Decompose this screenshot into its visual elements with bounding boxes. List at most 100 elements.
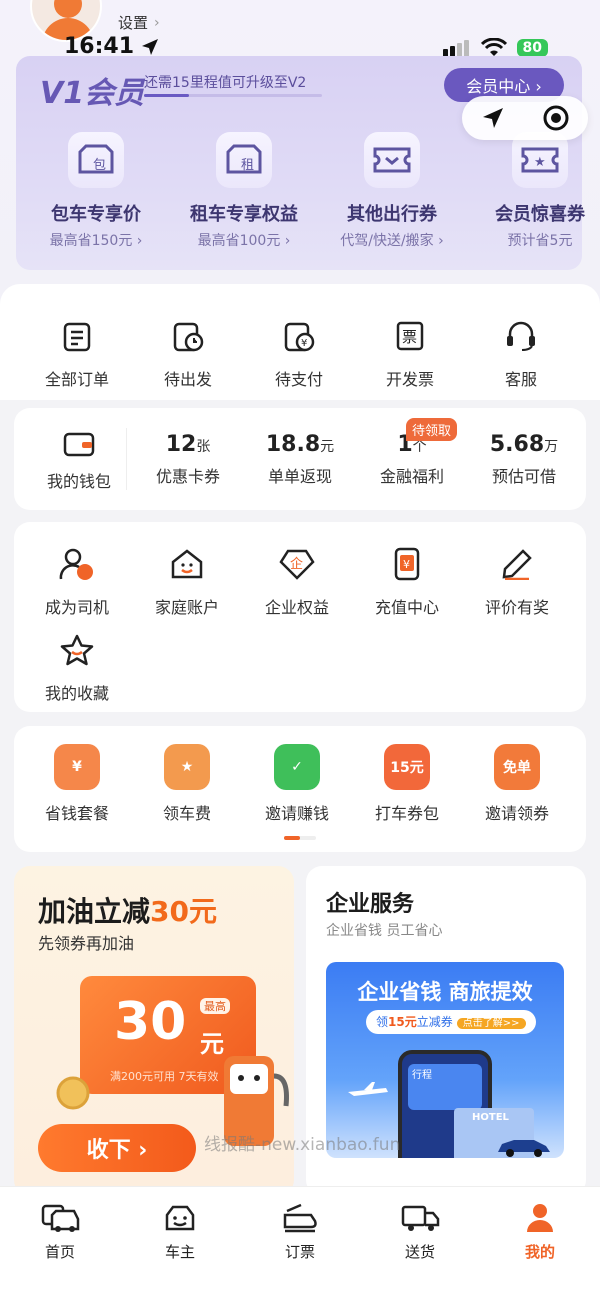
- wallet-loan[interactable]: 5.68万 预估可借: [474, 432, 574, 487]
- promo-glyph: ✓: [291, 759, 303, 775]
- recharge-icon: ¥: [352, 544, 462, 584]
- rent-car-icon: 租: [216, 132, 272, 188]
- benefit-surprise[interactable]: ★ 会员惊喜券 预计省5元: [470, 132, 600, 250]
- invoice-glyph: 票: [402, 328, 417, 346]
- enterprise-banner[interactable]: 企业省钱 商旅提效 领15元立减券 点击了解>> 行程 HOTEL: [326, 962, 564, 1158]
- benefit-title: 包车专享价: [51, 204, 141, 225]
- tab-label: 送货: [404, 1243, 435, 1261]
- wifi-icon: [480, 38, 507, 56]
- fuel-subtitle: 先领券再加油: [38, 934, 135, 953]
- orders-invoice[interactable]: 票 开发票: [355, 316, 465, 390]
- favorites-icon: [22, 630, 132, 670]
- service-recharge[interactable]: ¥ 充值中心: [352, 544, 462, 618]
- profile-icon: [480, 1201, 600, 1235]
- driver-icon: [22, 544, 132, 584]
- service-label: 家庭账户: [154, 598, 219, 617]
- orders-pending-departure[interactable]: 待出发: [133, 316, 243, 390]
- banner-coupon-tag[interactable]: 领15元立减券 点击了解>>: [366, 1010, 536, 1034]
- tab-book-ticket[interactable]: 订票: [240, 1187, 360, 1304]
- tab-label: 车主: [164, 1243, 195, 1261]
- wallet-value: 12: [165, 432, 197, 457]
- benefit-sub: 代驾/快送/搬家 ›: [340, 233, 444, 249]
- family-account-icon: [132, 544, 242, 584]
- tag-amount: 15元: [388, 1015, 417, 1029]
- svg-text:¥: ¥: [301, 338, 307, 349]
- tab-delivery[interactable]: 送货: [360, 1187, 480, 1304]
- phone-label: 行程: [412, 1070, 432, 1081]
- enterprise-glyph: 企: [290, 556, 303, 572]
- member-card[interactable]: V1会员 还需15里程值可升级至V2 会员中心 › 包 包车专享价 最高省150…: [16, 56, 585, 270]
- orders-all[interactable]: 全部订单: [22, 316, 132, 390]
- benefit-title: 租车专享权益: [190, 204, 298, 225]
- promo-label: 邀请赚钱: [264, 804, 329, 823]
- status-badge: 待领取: [406, 418, 458, 441]
- promo-ride-coupon[interactable]: 15元 打车券包: [352, 744, 462, 824]
- ticket-icon: [364, 132, 420, 188]
- service-enterprise[interactable]: 企 企业权益: [242, 544, 352, 618]
- promo-glyph: ¥: [72, 759, 82, 775]
- benefit-sub: 最高省150元 ›: [49, 233, 143, 249]
- fuel-title: 加油立减30元: [38, 890, 217, 930]
- promo-label: 邀请领券: [484, 804, 549, 823]
- service-favorites[interactable]: 我的收藏: [22, 630, 132, 704]
- benefit-charter[interactable]: 包 包车专享价 最高省150元 ›: [26, 132, 166, 250]
- benefit-rent[interactable]: 租 租车专享权益 最高省100元 ›: [174, 132, 314, 250]
- navigate-icon[interactable]: [480, 105, 506, 131]
- tag-text-c: 立减券: [416, 1015, 453, 1029]
- service-driver[interactable]: 成为司机: [22, 544, 132, 618]
- watermark: 线报酷-new.xianbao.fun: [204, 1135, 401, 1155]
- target-icon[interactable]: [542, 104, 570, 132]
- promo-invite-earn[interactable]: ✓ 邀请赚钱: [242, 744, 352, 824]
- promo-savings[interactable]: ¥ 省钱套餐: [22, 744, 132, 824]
- collect-coupon-button[interactable]: 收下 ›: [38, 1124, 196, 1172]
- wallet-value: 18.8: [265, 432, 321, 457]
- map-controls: [462, 96, 588, 140]
- upgrade-progress-bar: [144, 94, 322, 97]
- ride-coupon-icon: 15元: [384, 744, 430, 790]
- coupon-amount: 30: [114, 992, 187, 1052]
- service-review[interactable]: 评价有奖: [462, 544, 572, 618]
- wallet-divider: [126, 428, 127, 490]
- page-indicator-active: [284, 836, 300, 840]
- wallet-item-label: 预估可借: [491, 467, 556, 486]
- tag-text-a: 领: [376, 1015, 389, 1029]
- pending-departure-icon: [133, 316, 243, 356]
- tab-home[interactable]: 首页: [0, 1187, 120, 1304]
- invoice-icon: 票: [355, 316, 465, 356]
- promos-card: ¥ 省钱套餐 ★ 领车费 ✓ 邀请赚钱 15元 打车券包 免单 邀请领券: [14, 726, 586, 852]
- benefit-other[interactable]: 其他出行券 代驾/快送/搬家 ›: [322, 132, 462, 250]
- savings-package-icon: ¥: [54, 744, 100, 790]
- all-orders-icon: [22, 316, 132, 356]
- promo-glyph: ★: [180, 759, 194, 775]
- book-ticket-icon: [240, 1201, 360, 1235]
- service-family[interactable]: 家庭账户: [132, 544, 242, 618]
- car-icon: [498, 1140, 550, 1157]
- orders-pending-payment[interactable]: ¥ 待支付: [244, 316, 354, 390]
- learn-more-link[interactable]: 点击了解>>: [456, 1018, 526, 1029]
- wallet-item-label: 优惠卡券: [155, 467, 220, 486]
- enterprise-title: 企业服务: [326, 892, 415, 917]
- invite-earn-icon: ✓: [274, 744, 320, 790]
- settings-label: 设置: [118, 14, 149, 32]
- orders-customer-service[interactable]: 客服: [466, 316, 576, 390]
- tab-car-owner[interactable]: 车主: [120, 1187, 240, 1304]
- wallet-entry[interactable]: 我的钱包: [34, 430, 124, 492]
- promo-label: 省钱套餐: [44, 804, 109, 823]
- wallet-coupons[interactable]: 12张 优惠卡券: [138, 432, 238, 487]
- invite-coupon-icon: 免单: [494, 744, 540, 790]
- settings-link[interactable]: 设置 ›: [118, 12, 160, 33]
- recharge-glyph: ¥: [403, 558, 410, 571]
- upgrade-hint: 还需15里程值可升级至V2: [144, 75, 307, 91]
- review-icon: [462, 544, 572, 584]
- wallet-cashback[interactable]: 18.8元 单单返现: [250, 432, 350, 487]
- svg-text:★: ★: [534, 155, 546, 170]
- promo-invite-coupon[interactable]: 免单 邀请领券: [462, 744, 572, 824]
- tab-profile[interactable]: 我的: [480, 1187, 600, 1304]
- services-card: 成为司机 家庭账户 企 企业权益 ¥ 充值中心 评价有奖 我的收藏: [14, 522, 586, 712]
- tab-label: 我的: [524, 1243, 555, 1261]
- enterprise-subtitle: 企业省钱 员工省心: [326, 923, 443, 939]
- charter-car-icon: 包: [68, 132, 124, 188]
- service-label: 我的收藏: [44, 684, 109, 703]
- service-label: 充值中心: [374, 598, 439, 617]
- promo-car-fee[interactable]: ★ 领车费: [132, 744, 242, 824]
